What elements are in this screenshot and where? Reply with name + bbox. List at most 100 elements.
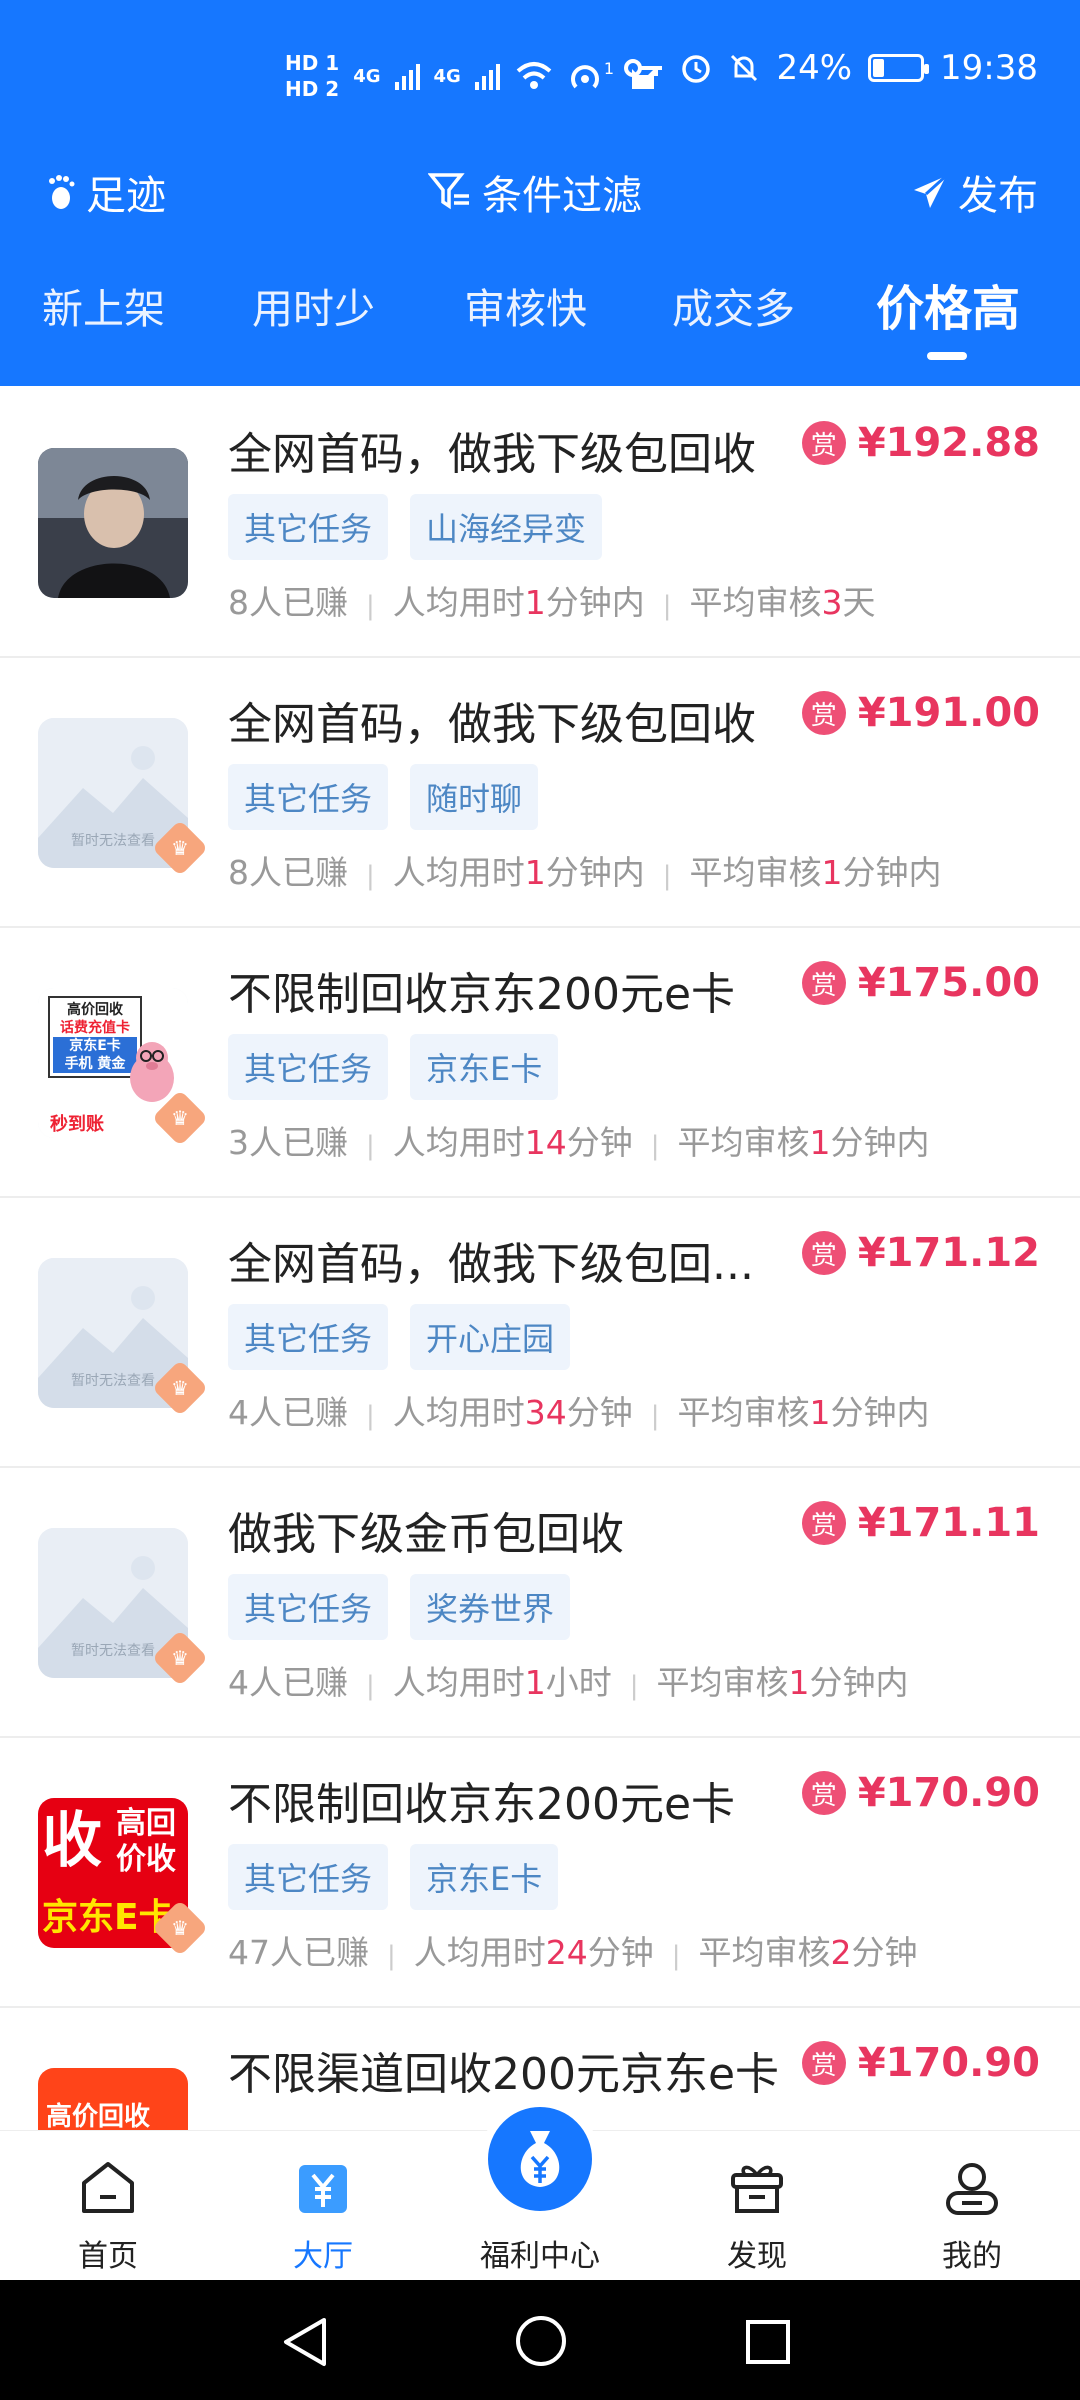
hd1-label: HD 1 [285,51,340,75]
meta-separator: | [650,1131,660,1161]
hotspot-count: 1 [603,58,615,78]
earned-label: 人已赚 [249,1123,348,1162]
avg-time-label: 人均用时 [392,853,525,892]
hd2-label: HD 2 [285,77,340,101]
avg-time-unit: 分钟 [566,1393,633,1432]
task-item[interactable]: 收高回 价收 京东E卡 ♛ 不限制回收京东200元e卡赏 ¥170.90 其它任务 京东E卡 4… [0,1738,1080,2008]
task-title: 不限制回收京东200元e卡 [228,1779,736,1830]
earned-label: 人已赚 [270,1933,369,1972]
task-meta: 4人已赚 | 人均用时34分钟 | 平均审核1分钟内 [228,1386,930,1434]
meta-separator: | [366,591,375,621]
task-item[interactable]: 高价回收 话费充值卡 京东E卡 手机 黄金 秒到账 ♛ 不限制回收京东200元e卡赏 ¥175… [0,928,1080,1198]
earned-label: 人已赚 [249,583,348,622]
avg-time-unit: 分钟 [566,1123,633,1162]
task-title: 做我下级金币包回收 [228,1509,624,1560]
meta-separator: | [662,861,672,891]
avg-review-label: 平均审核 [698,1933,831,1972]
recents-icon[interactable] [744,2318,792,2366]
hotspot-icon [570,65,599,89]
task-tags: 其它任务 山海经异变 [228,494,603,560]
avg-review-label: 平均审核 [677,1393,810,1432]
filter-button[interactable]: 条件过滤 [428,163,642,221]
tab-fast-review[interactable]: 审核快 [464,275,587,335]
reward-badge: 赏 [801,2041,846,2085]
meta-separator: | [662,591,672,621]
task-tag: 其它任务 [228,1574,389,1640]
task-item[interactable]: 暂时无法查看 ♛ 全网首码，做我下级包回... 赏 ¥171.12 其它任务 开心庄园 4人已… [0,1198,1080,1468]
avg-review-value: 2 [830,1933,852,1972]
reward: 赏 ¥171.12 [801,1230,1040,1276]
crown-glyph: ♛ [171,836,189,860]
nav-mine[interactable]: 我的 [902,2159,1042,2275]
avg-time-value: 14 [524,1123,567,1162]
task-item[interactable]: 暂时无法查看 ♛ 全网首码，做我下级包回收赏 ¥191.00 其它任务 随时聊 8人已赚 | 人… [0,658,1080,928]
reward: 赏 ¥175.00 [801,960,1040,1006]
tab-most-deals[interactable]: 成交多 [672,275,795,335]
reward-price: ¥175.00 [857,960,1040,1006]
status-right: 24% 19:38 [624,48,1038,88]
earned-count: 3 [228,1123,249,1162]
battery-percent: 24% [776,48,853,88]
active-tab-indicator [927,352,967,360]
crown-glyph: ♛ [171,1646,189,1670]
nav-discover[interactable]: 发现 [687,2159,827,2275]
status-left: HD 1 HD 2 4G 4G 1 [285,50,658,102]
task-item[interactable]: 暂时无法查看 ♛ 做我下级金币包回收赏 ¥171.11 其它任务 奖券世界 4人已赚 | 人均用… [0,1468,1080,1738]
task-title: 全网首码，做我下级包回... [228,1239,754,1290]
filter-icon [428,173,469,210]
nav-home[interactable]: 首页 [38,2159,178,2275]
avg-review-value: 1 [809,1393,831,1432]
sort-tabs: 新上架 用时少 审核快 成交多 价格高 [0,265,1080,365]
task-item[interactable]: 全网首码，做我下级包回收赏 ¥192.88 其它任务 山海经异变 8人已赚 | 人均用时1分… [0,388,1080,658]
avg-review-label: 平均审核 [689,853,822,892]
net2-label: 4G [433,65,461,87]
pig-footer: 秒到账 [50,1114,104,1135]
tab-less-time[interactable]: 用时少 [252,275,375,335]
avatar-photo [38,448,188,598]
nav-welfare-label[interactable]: 福利中心 [460,2231,620,2275]
avg-time-value: 1 [524,853,546,892]
red-side: 高回 价收 [116,1806,176,1878]
nav-hall[interactable]: 大厅 [253,2159,393,2275]
task-tag: 奖券世界 [410,1574,571,1640]
signal-icon [394,62,420,90]
avg-review-unit: 分钟内 [830,1393,930,1432]
task-list[interactable]: 全网首码，做我下级包回收赏 ¥192.88 其它任务 山海经异变 8人已赚 | 人均用时1分… [0,388,1080,2130]
alarm-icon [682,55,711,83]
task-tags: 其它任务 随时聊 [228,764,539,830]
meta-separator: | [387,1941,396,1971]
task-meta: 8人已赚 | 人均用时1分钟内 | 平均审核3天 [228,576,876,624]
nav-mine-label: 我的 [942,2239,1002,2274]
task-title: 不限渠道回收200元京东e卡 [228,2049,780,2100]
task-tag: 其它任务 [228,1304,389,1370]
red-big-char: 收 [42,1806,102,1876]
task-thumbnail [38,448,188,598]
reward-price: ¥170.90 [857,1770,1040,1816]
avg-time-value: 1 [524,1663,546,1702]
home-circle-icon[interactable] [514,2314,568,2368]
tab-new[interactable]: 新上架 [42,275,165,335]
battery-icon [868,54,930,82]
tab-high-price[interactable]: 价格高 [876,269,1020,339]
task-meta: 3人已赚 | 人均用时14分钟 | 平均审核1分钟内 [228,1116,930,1164]
publish-button[interactable]: 发布 [912,163,1038,221]
avg-review-value: 1 [821,853,843,892]
footprint-button[interactable]: 足迹 [46,163,166,221]
reward: 赏 ¥171.11 [801,1500,1040,1546]
meta-separator: | [366,1131,375,1161]
avg-review-value: 1 [788,1663,810,1702]
reward-badge: 赏 [801,691,846,735]
reward-badge: 赏 [801,421,846,465]
avg-review-unit: 天 [842,583,876,622]
money-bag-icon [520,2131,560,2187]
welfare-center-button[interactable] [480,2099,600,2219]
reward-price: ¥191.00 [857,690,1040,736]
clock: 19:38 [940,48,1038,88]
filter-label: 条件过滤 [482,173,642,219]
avg-review-value: 3 [821,583,843,622]
avg-time-unit: 分钟 [587,1933,654,1972]
back-icon[interactable] [280,2316,330,2368]
avg-review-label: 平均审核 [656,1663,789,1702]
reward: 赏 ¥191.00 [801,690,1040,736]
task-tags: 其它任务 京东E卡 [228,1844,559,1910]
